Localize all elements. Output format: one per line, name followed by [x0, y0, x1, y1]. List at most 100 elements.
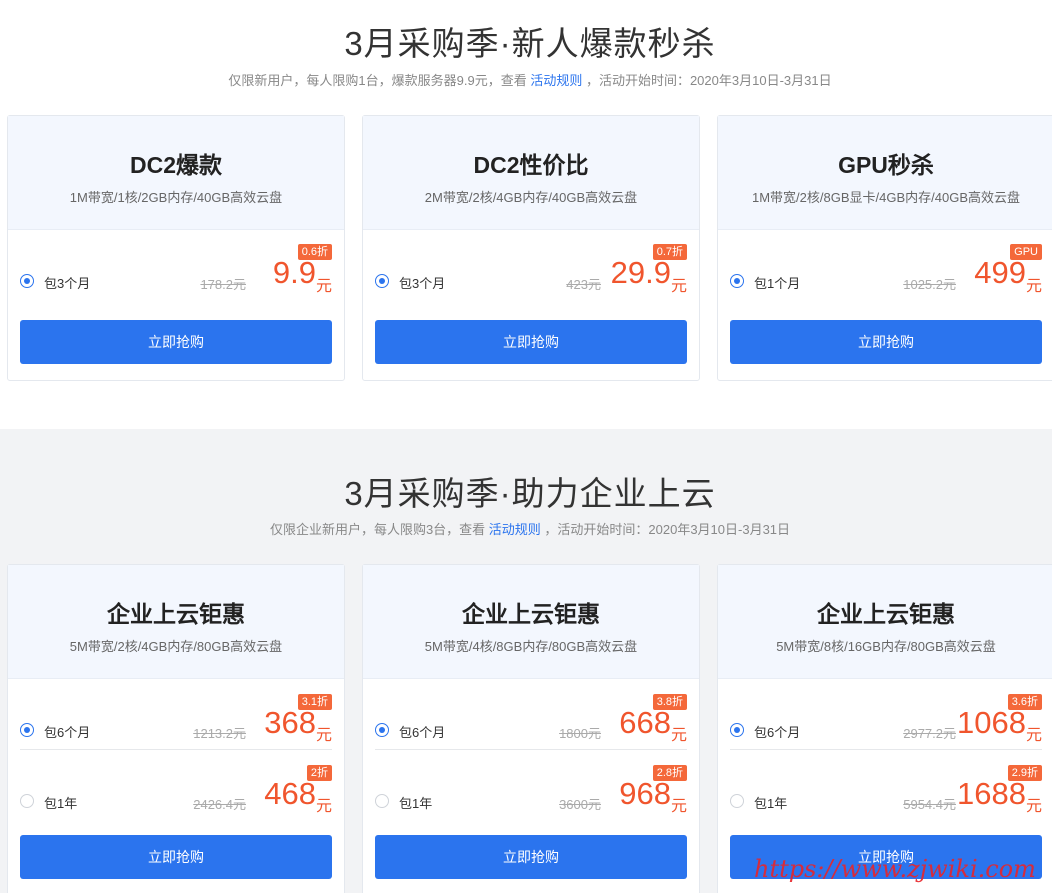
card-header: 企业上云钜惠 5M带宽/2核/4GB内存/80GB高效云盘 — [8, 565, 344, 679]
card-spec: 5M带宽/8核/16GB内存/80GB高效云盘 — [776, 639, 996, 654]
plan-option[interactable]: 包6个月 1213.2元 368 元 3.1折 — [20, 679, 332, 749]
radio-selected[interactable] — [375, 274, 389, 288]
plan-period: 包3个月 — [399, 276, 446, 291]
subtitle-text: 仅限企业新用户，每人限购3台，查看 — [269, 522, 489, 537]
product-card: 企业上云钜惠 5M带宽/4核/8GB内存/80GB高效云盘 包6个月 1800元… — [362, 564, 700, 893]
section-title: 3月采购季·新人爆款秒杀 — [344, 25, 716, 62]
discount-badge: 3.8折 — [652, 694, 687, 710]
sale-price: 968 — [619, 776, 671, 811]
original-price: 1025.2元 — [903, 277, 956, 292]
card-header: DC2性价比 2M带宽/2核/4GB内存/40GB高效云盘 — [363, 116, 699, 230]
radio-unselected[interactable] — [20, 794, 34, 808]
buy-now-button[interactable]: 立即抢购 — [375, 320, 687, 364]
card-header: GPU秒杀 1M带宽/2核/8GB显卡/4GB内存/40GB高效云盘 — [718, 116, 1052, 230]
price-unit: 元 — [1025, 278, 1042, 295]
original-price: 2426.4元 — [193, 797, 246, 812]
card-title: GPU秒杀 — [838, 152, 934, 178]
sale-price: 1068 — [957, 705, 1026, 740]
radio-unselected[interactable] — [375, 794, 389, 808]
price-unit: 元 — [670, 278, 687, 295]
plan-option[interactable]: 包1年 5954.4元 1688 元 2.9折 — [730, 749, 1042, 819]
sale-price: 668 — [619, 705, 671, 740]
plan-period: 包1年 — [754, 796, 788, 811]
section-title: 3月采购季·助力企业上云 — [344, 475, 716, 512]
original-price: 3600元 — [559, 797, 601, 812]
buy-now-button[interactable]: 立即抢购 — [20, 835, 332, 879]
radio-selected[interactable] — [730, 723, 744, 737]
card-header: 企业上云钜惠 5M带宽/8核/16GB内存/80GB高效云盘 — [718, 565, 1052, 679]
subtitle-date: ，活动开始时间：2020年3月10日-3月31日 — [540, 522, 791, 537]
sale-price: 468 — [264, 776, 316, 811]
price-unit: 元 — [1025, 727, 1042, 744]
card-title: DC2爆款 — [129, 152, 222, 178]
buy-now-button[interactable]: 立即抢购 — [375, 835, 687, 879]
price-unit: 元 — [315, 727, 332, 744]
plan-option[interactable]: 包3个月 423元 29.9 元 0.7折 — [375, 230, 687, 320]
plan-option[interactable]: 包1年 2426.4元 468 元 2折 — [20, 749, 332, 819]
sale-price: 499 — [974, 255, 1026, 290]
card-spec: 5M带宽/2核/4GB内存/80GB高效云盘 — [69, 639, 283, 654]
subtitle-date: ，活动开始时间：2020年3月10日-3月31日 — [582, 73, 832, 88]
price-unit: 元 — [670, 798, 687, 815]
discount-badge: 2.9折 — [1007, 765, 1042, 781]
plan-option[interactable]: 包1个月 1025.2元 499 元 GPU — [730, 230, 1042, 320]
site-watermark: https://www.zjwiki.com — [754, 855, 1036, 883]
product-card: 企业上云钜惠 5M带宽/8核/16GB内存/80GB高效云盘 包6个月 2977… — [717, 564, 1052, 893]
card-title: DC2性价比 — [473, 152, 589, 178]
original-price: 423元 — [566, 277, 601, 292]
buy-now-button[interactable]: 立即抢购 — [730, 320, 1042, 364]
sale-price: 1688 — [957, 776, 1026, 811]
plan-option[interactable]: 包3个月 178.2元 9.9 元 0.6折 — [20, 230, 332, 320]
sale-price: 29.9 — [610, 255, 671, 290]
radio-selected[interactable] — [375, 723, 389, 737]
card-spec: 2M带宽/2核/4GB内存/40GB高效云盘 — [424, 190, 638, 205]
product-card: 企业上云钜惠 5M带宽/2核/4GB内存/80GB高效云盘 包6个月 1213.… — [7, 564, 345, 893]
gpu-badge: GPU — [1010, 244, 1042, 260]
product-card: GPU秒杀 1M带宽/2核/8GB显卡/4GB内存/40GB高效云盘 包1个月 … — [717, 115, 1052, 381]
plan-period: 包1年 — [44, 796, 78, 811]
subtitle-text: 仅限新用户，每人限购1台，爆款服务器9.9元，查看 — [228, 73, 531, 88]
plan-option[interactable]: 包6个月 1800元 668 元 3.8折 — [375, 679, 687, 749]
discount-badge: 0.7折 — [652, 244, 687, 260]
plan-period: 包6个月 — [44, 725, 91, 740]
rules-link[interactable]: 活动规则 — [489, 522, 541, 537]
price-unit: 元 — [670, 727, 687, 744]
card-spec: 5M带宽/4核/8GB内存/80GB高效云盘 — [424, 639, 638, 654]
discount-badge: 2折 — [306, 765, 332, 781]
enterprise-section: 3月采购季·助力企业上云 仅限企业新用户，每人限购3台，查看 活动规则 ，活动开… — [0, 429, 1052, 893]
original-price: 2977.2元 — [903, 726, 956, 741]
original-price: 1800元 — [559, 726, 601, 741]
card-title: 企业上云钜惠 — [462, 601, 600, 627]
plan-period: 包1年 — [399, 796, 433, 811]
discount-badge: 2.8折 — [652, 765, 687, 781]
discount-badge: 3.1折 — [297, 694, 332, 710]
plan-period: 包1个月 — [754, 276, 801, 291]
section-subtitle: 仅限新用户，每人限购1台，爆款服务器9.9元，查看 活动规则 ，活动开始时间：2… — [0, 70, 1052, 89]
sale-price: 368 — [264, 705, 316, 740]
plan-period: 包6个月 — [399, 725, 446, 740]
buy-now-button[interactable]: 立即抢购 — [20, 320, 332, 364]
plan-option[interactable]: 包6个月 2977.2元 1068 元 3.6折 — [730, 679, 1042, 749]
original-price: 1213.2元 — [193, 726, 246, 741]
card-title: 企业上云钜惠 — [107, 601, 245, 627]
price-unit: 元 — [315, 278, 332, 295]
card-header: DC2爆款 1M带宽/1核/2GB内存/40GB高效云盘 — [8, 116, 344, 230]
original-price: 178.2元 — [200, 277, 246, 292]
rules-link[interactable]: 活动规则 — [530, 73, 582, 88]
plan-option[interactable]: 包1年 3600元 968 元 2.8折 — [375, 749, 687, 819]
radio-selected[interactable] — [20, 274, 34, 288]
discount-badge: 0.6折 — [297, 244, 332, 260]
card-header: 企业上云钜惠 5M带宽/4核/8GB内存/80GB高效云盘 — [363, 565, 699, 679]
card-spec: 1M带宽/1核/2GB内存/40GB高效云盘 — [69, 190, 283, 205]
product-card: DC2爆款 1M带宽/1核/2GB内存/40GB高效云盘 包3个月 178.2元… — [7, 115, 345, 381]
card-title: 企业上云钜惠 — [817, 601, 955, 627]
sale-price: 9.9 — [272, 255, 316, 290]
radio-unselected[interactable] — [730, 794, 744, 808]
plan-period: 包3个月 — [44, 276, 91, 291]
product-card: DC2性价比 2M带宽/2核/4GB内存/40GB高效云盘 包3个月 423元 … — [362, 115, 700, 381]
discount-badge: 3.6折 — [1007, 694, 1042, 710]
radio-selected[interactable] — [730, 274, 744, 288]
price-unit: 元 — [1025, 798, 1042, 815]
price-unit: 元 — [315, 798, 332, 815]
radio-selected[interactable] — [20, 723, 34, 737]
